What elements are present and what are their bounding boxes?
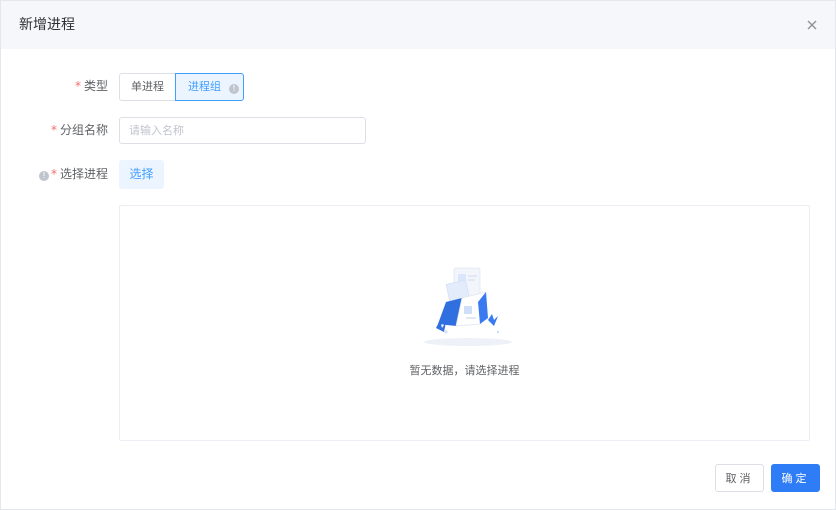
confirm-button[interactable]: 确定: [771, 464, 820, 492]
radio-single-process-label: 单进程: [131, 80, 164, 93]
select-process-label: ! * 选择进程: [39, 166, 108, 182]
empty-state-text: 暂无数据，请选择进程: [409, 364, 520, 377]
radio-single-process[interactable]: 单进程: [119, 73, 175, 101]
close-icon: [807, 20, 817, 30]
group-name-input[interactable]: [119, 117, 366, 144]
required-mark: *: [75, 79, 81, 93]
add-process-dialog: 新增进程 *类型 单进程 进程组! *分组名称 !*选择进程 选择: [0, 0, 836, 510]
select-process-button[interactable]: 选择: [119, 160, 164, 189]
group-name-label: * 分组名称: [51, 122, 108, 138]
required-mark: *: [51, 123, 57, 137]
type-label-text: 类型: [84, 79, 109, 93]
empty-documents-illustration: [424, 267, 512, 346]
select-process-label-text: 选择进程: [60, 167, 109, 181]
dialog-header: 新增进程: [1, 1, 835, 49]
type-label: * 类型: [75, 78, 108, 94]
dialog-title: 新增进程: [19, 17, 75, 33]
required-mark: *: [51, 167, 57, 181]
info-icon[interactable]: !: [229, 84, 239, 94]
selected-process-list: 暂无数据，请选择进程: [119, 205, 810, 441]
cancel-button[interactable]: 取消: [715, 464, 764, 492]
close-button[interactable]: [804, 17, 820, 33]
type-radio-group: 单进程 进程组!: [119, 73, 244, 101]
group-name-label-text: 分组名称: [60, 123, 109, 137]
info-icon[interactable]: !: [39, 171, 49, 181]
radio-process-group-label: 进程组: [188, 80, 221, 93]
radio-process-group[interactable]: 进程组!: [175, 73, 244, 101]
